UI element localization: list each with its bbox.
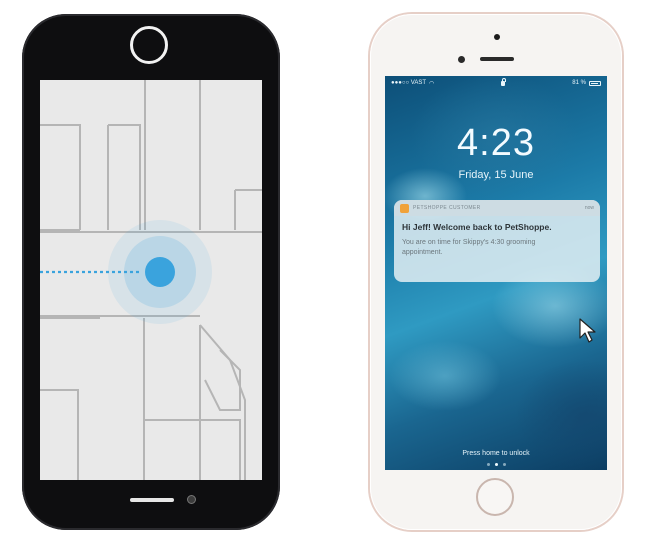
battery-icon — [588, 80, 601, 86]
carrier-label: ●●●○○ VAST — [391, 80, 427, 86]
black-phone — [22, 14, 280, 530]
front-camera — [458, 56, 465, 63]
indoor-map — [40, 80, 262, 480]
blue-location-dot — [145, 257, 175, 287]
front-camera — [130, 26, 168, 64]
map-screen[interactable] — [40, 80, 262, 480]
lock-icon — [501, 77, 506, 86]
notification-title: Hi Jeff! Welcome back to PetShoppe. — [402, 222, 552, 232]
status-bar: ●●●○○ VAST ◠ 81 % — [385, 76, 607, 90]
lock-screen: ●●●○○ VAST ◠ 81 % 4:23 Friday, 15 June P… — [385, 76, 607, 470]
rose-gold-phone: ●●●○○ VAST ◠ 81 % 4:23 Friday, 15 June P… — [370, 14, 622, 530]
page-dot — [502, 463, 506, 466]
lock-date: Friday, 15 June — [458, 169, 534, 181]
battery-label: 81 % — [572, 80, 586, 86]
unlock-hint: Press home to unlock — [462, 450, 530, 457]
cursor-icon — [579, 318, 596, 343]
notification-body: You are on time for Skippy's 4:30 groomi… — [402, 239, 536, 256]
page-dot-active — [494, 463, 498, 466]
earpiece — [480, 57, 514, 61]
wifi-icon: ◠ — [429, 80, 435, 87]
home-button[interactable] — [476, 478, 514, 516]
notification-app-name: PETSHOPPE CUSTOMER — [413, 205, 481, 211]
map-wall — [40, 124, 81, 230]
proximity-sensor — [494, 34, 500, 40]
notification-time: now — [584, 205, 594, 211]
page-dot — [486, 463, 490, 466]
notification-header: PETSHOPPE CUSTOMER now — [394, 200, 600, 216]
lock-time: 4:23 — [457, 122, 535, 164]
page-indicator — [385, 463, 607, 466]
app-icon — [400, 203, 409, 213]
sensor-dot — [187, 495, 196, 504]
bottom-speaker — [130, 498, 174, 502]
notification-banner[interactable]: PETSHOPPE CUSTOMER now Hi Jeff! Welcome … — [394, 200, 600, 282]
